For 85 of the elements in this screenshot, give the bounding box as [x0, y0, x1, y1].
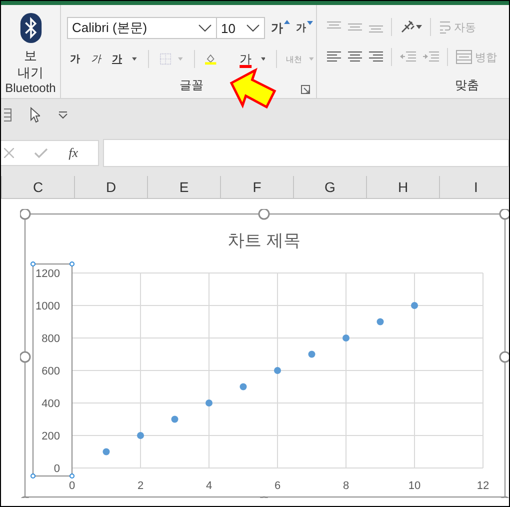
formula-input[interactable] — [103, 139, 509, 167]
selection-handle[interactable] — [70, 262, 74, 266]
align-left-icon[interactable] — [327, 51, 341, 63]
column-header[interactable]: F — [221, 176, 294, 198]
font-style-button[interactable]: 가 — [88, 52, 104, 66]
button-label[interactable]: 내기 — [18, 64, 44, 81]
cancel-icon[interactable] — [4, 148, 14, 158]
enter-icon[interactable] — [34, 148, 48, 158]
x-tick-label: 4 — [206, 480, 212, 492]
border-icon[interactable] — [160, 52, 171, 66]
align-right-icon[interactable] — [369, 51, 383, 63]
resize-handle[interactable] — [20, 496, 31, 498]
dropdown-icon[interactable] — [132, 57, 137, 61]
y-tick-label: 1000 — [36, 300, 60, 312]
resize-handle[interactable] — [499, 351, 509, 363]
x-tick-label: 2 — [137, 480, 144, 492]
chevron-icon — [246, 24, 260, 32]
resize-handle[interactable] — [20, 209, 31, 220]
customize-icon[interactable] — [58, 110, 68, 118]
chevron-icon — [198, 24, 212, 32]
resize-handle[interactable] — [499, 209, 509, 220]
data-point[interactable] — [240, 383, 247, 390]
data-point[interactable] — [376, 318, 384, 326]
group-label: 글꼴 — [180, 77, 204, 94]
group-label: Bluetooth — [5, 81, 56, 95]
decrease-indent-icon[interactable] — [400, 51, 416, 63]
column-header[interactable]: C — [2, 176, 75, 198]
insert-function-button[interactable]: fx — [68, 145, 78, 161]
align-center-icon[interactable] — [348, 51, 362, 63]
form-icon[interactable] — [4, 108, 12, 122]
shrink-font-button[interactable]: 가 — [290, 21, 313, 35]
data-point[interactable] — [308, 350, 316, 358]
y-tick-label: 1200 — [36, 268, 60, 280]
data-point[interactable] — [274, 367, 281, 374]
resize-handle[interactable] — [20, 351, 31, 363]
data-point[interactable] — [206, 400, 212, 406]
data-point[interactable] — [137, 432, 144, 439]
y-tick-label: 0 — [54, 463, 60, 475]
bluetooth-icon[interactable] — [18, 13, 42, 43]
selection-handle[interactable] — [70, 474, 74, 478]
arrow-up-icon — [284, 20, 290, 24]
selection-handle[interactable] — [30, 474, 36, 478]
axis-selection-frame[interactable] — [32, 264, 72, 476]
grow-font-button[interactable]: 가 — [265, 20, 290, 36]
wrap-text-icon[interactable] — [439, 20, 451, 34]
column-header[interactable]: H — [367, 176, 440, 198]
y-tick-label: 600 — [42, 366, 60, 378]
font-color-button[interactable]: 가 — [238, 50, 254, 68]
arrow-down-icon — [307, 21, 313, 25]
chart-title[interactable]: 차트 제목 — [228, 231, 300, 250]
data-point[interactable] — [102, 448, 110, 456]
dialog-launcher-icon[interactable] — [301, 85, 310, 94]
column-header[interactable]: E — [148, 176, 221, 198]
column-header[interactable]: G — [294, 176, 367, 198]
y-tick-label: 200 — [42, 430, 60, 442]
y-tick-label: 800 — [42, 333, 60, 345]
resize-handle[interactable] — [258, 496, 270, 498]
resize-handle[interactable] — [499, 496, 509, 498]
font-style-button[interactable]: 가 — [67, 52, 83, 66]
x-tick-label: 10 — [408, 480, 421, 492]
orientation-icon[interactable] — [400, 20, 422, 34]
font-name-field[interactable]: Calibri (본문) — [67, 17, 217, 39]
column-header[interactable]: D — [75, 176, 148, 198]
x-tick-label: 12 — [476, 480, 490, 492]
align-middle-icon[interactable] — [348, 21, 362, 33]
chart-area[interactable] — [24, 214, 506, 498]
group-label: 맞춤 — [455, 77, 480, 94]
data-point[interactable] — [171, 416, 178, 423]
button-label[interactable]: 보 — [24, 47, 37, 64]
font-size-field[interactable]: 10 — [217, 17, 265, 39]
y-tick-label: 400 — [42, 398, 60, 410]
x-tick-label: 6 — [274, 480, 281, 492]
cursor-icon[interactable] — [30, 106, 40, 122]
data-point[interactable] — [342, 334, 350, 342]
column-header[interactable]: I — [440, 176, 509, 198]
x-tick-label: 8 — [342, 480, 350, 492]
merge-cells-icon[interactable] — [456, 50, 472, 64]
x-tick-label: 0 — [68, 480, 76, 492]
resize-handle[interactable] — [258, 209, 270, 220]
fill-color-icon[interactable] — [205, 52, 217, 66]
data-point[interactable] — [411, 302, 418, 309]
increase-indent-icon[interactable] — [423, 51, 439, 63]
selection-handle[interactable] — [30, 262, 36, 266]
dropdown-icon[interactable] — [260, 57, 266, 61]
font-style-button[interactable]: 가 — [109, 52, 125, 66]
